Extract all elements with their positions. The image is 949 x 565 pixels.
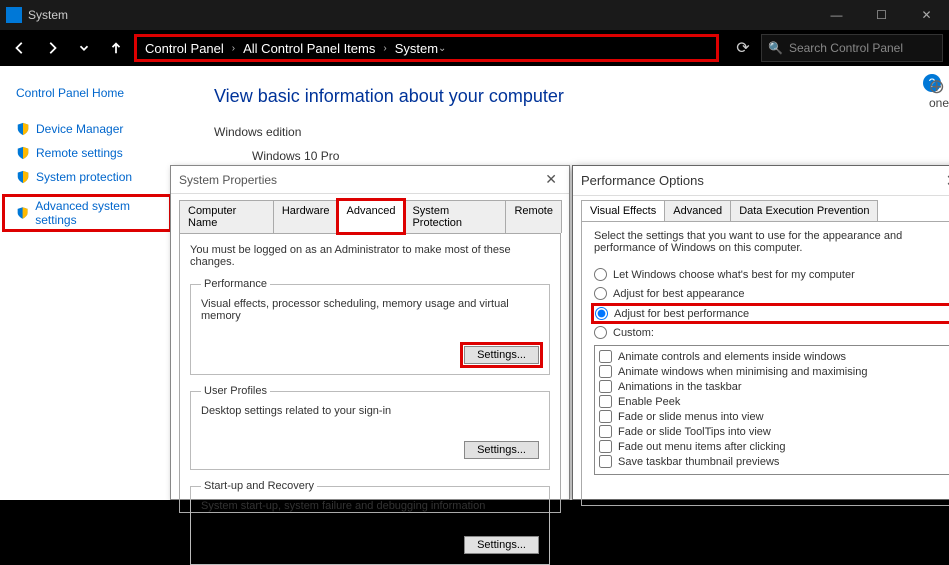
radio-best-appearance[interactable]: Adjust for best appearance (594, 287, 949, 300)
windows-edition-label: Windows edition (214, 125, 949, 139)
globe-icon: ⊕ (928, 74, 945, 99)
shield-icon (16, 206, 29, 220)
check-row[interactable]: Fade or slide ToolTips into view (599, 425, 945, 438)
tab-advanced[interactable]: Advanced (338, 200, 405, 233)
check-row[interactable]: Animate windows when minimising and maxi… (599, 365, 945, 378)
breadcrumb[interactable]: Control Panel› All Control Panel Items› … (134, 34, 719, 62)
radio-best-performance[interactable]: Adjust for best performance (594, 306, 949, 321)
forward-button[interactable] (38, 34, 66, 62)
sidebar-item-system-protection[interactable]: System protection (16, 170, 170, 184)
performance-options-dialog: Performance Options ✕ Visual Effects Adv… (572, 165, 949, 500)
sidebar-item-label: Advanced system settings (35, 199, 167, 227)
tab-dep[interactable]: Data Execution Prevention (730, 200, 878, 221)
sidebar-item-label: System protection (36, 170, 132, 184)
search-icon: 🔍 (768, 41, 783, 55)
check-row[interactable]: Enable Peek (599, 395, 945, 408)
maximize-button[interactable]: ☐ (859, 0, 904, 30)
admin-note: You must be logged on as an Administrato… (190, 244, 550, 268)
tab-advanced[interactable]: Advanced (664, 200, 731, 221)
performance-group: Performance Visual effects, processor sc… (190, 278, 550, 375)
up-button[interactable] (102, 34, 130, 62)
recent-dropdown[interactable] (70, 34, 98, 62)
window-titlebar: System — ☐ ✕ (0, 0, 949, 30)
close-button[interactable]: ✕ (904, 0, 949, 30)
page-heading: View basic information about your comput… (214, 86, 949, 107)
tab-remote[interactable]: Remote (505, 200, 562, 233)
sidebar-item-label: Remote settings (36, 146, 123, 160)
chevron-down-icon[interactable]: ⌄ (438, 43, 446, 54)
tab-hardware[interactable]: Hardware (273, 200, 339, 233)
dialog-titlebar: System Properties ✕ (171, 166, 569, 194)
breadcrumb-item[interactable]: Control Panel (145, 41, 224, 56)
check-row[interactable]: Fade out menu items after clicking (599, 440, 945, 453)
shield-icon (16, 122, 30, 136)
breadcrumb-item[interactable]: All Control Panel Items (243, 41, 375, 56)
radio-let-windows-choose[interactable]: Let Windows choose what's best for my co… (594, 268, 949, 281)
tab-computer-name[interactable]: Computer Name (179, 200, 274, 233)
group-desc: Desktop settings related to your sign-in (201, 405, 539, 417)
user-profiles-settings-button[interactable]: Settings... (464, 441, 539, 459)
dialog-title: Performance Options (581, 173, 704, 188)
group-legend: User Profiles (201, 385, 270, 397)
sidebar-item-device-manager[interactable]: Device Manager (16, 122, 170, 136)
group-legend: Start-up and Recovery (201, 480, 317, 492)
group-desc: System start-up, system failure and debu… (201, 500, 539, 512)
startup-recovery-settings-button[interactable]: Settings... (464, 536, 539, 554)
tab-system-protection[interactable]: System Protection (403, 200, 506, 233)
performance-settings-button[interactable]: Settings... (464, 346, 539, 364)
dialog-titlebar: Performance Options ✕ (573, 166, 949, 196)
visual-effects-checklist[interactable]: Animate controls and elements inside win… (594, 345, 949, 475)
system-icon (6, 7, 22, 23)
sidebar-item-advanced-system-settings[interactable]: Advanced system settings (2, 194, 172, 232)
close-button[interactable]: ✕ (541, 171, 561, 188)
close-button[interactable]: ✕ (942, 171, 949, 191)
sidebar: Control Panel Home Device Manager Remote… (0, 66, 170, 500)
shield-icon (16, 170, 30, 184)
window-title: System (28, 8, 68, 22)
group-desc: Visual effects, processor scheduling, me… (201, 298, 539, 322)
minimize-button[interactable]: — (814, 0, 859, 30)
sidebar-item-label: Device Manager (36, 122, 123, 136)
search-input[interactable]: 🔍 Search Control Panel (761, 34, 943, 62)
check-row[interactable]: Fade or slide menus into view (599, 410, 945, 423)
windows-edition-value: Windows 10 Pro (252, 149, 949, 163)
group-legend: Performance (201, 278, 270, 290)
refresh-button[interactable]: ⟳ (729, 34, 757, 62)
breadcrumb-item[interactable]: System (395, 41, 438, 56)
search-placeholder: Search Control Panel (789, 41, 903, 55)
check-row[interactable]: Save taskbar thumbnail previews (599, 455, 945, 468)
user-profiles-group: User Profiles Desktop settings related t… (190, 385, 550, 470)
back-button[interactable] (6, 34, 34, 62)
shield-icon (16, 146, 30, 160)
navbar: Control Panel› All Control Panel Items› … (0, 30, 949, 66)
radio-custom[interactable]: Custom: (594, 326, 949, 339)
tab-body: Select the settings that you want to use… (581, 221, 949, 506)
control-panel-home-link[interactable]: Control Panel Home (16, 86, 170, 100)
tab-body: You must be logged on as an Administrato… (179, 233, 561, 513)
tab-strip: Visual Effects Advanced Data Execution P… (573, 196, 949, 221)
tab-visual-effects[interactable]: Visual Effects (581, 200, 665, 221)
startup-recovery-group: Start-up and Recovery System start-up, s… (190, 480, 550, 565)
check-row[interactable]: Animations in the taskbar (599, 380, 945, 393)
sidebar-item-remote-settings[interactable]: Remote settings (16, 146, 170, 160)
dialog-title: System Properties (179, 173, 277, 187)
system-properties-dialog: System Properties ✕ Computer Name Hardwa… (170, 165, 570, 500)
intro-text: Select the settings that you want to use… (594, 230, 949, 254)
tab-strip: Computer Name Hardware Advanced System P… (171, 194, 569, 233)
check-row[interactable]: Animate controls and elements inside win… (599, 350, 945, 363)
